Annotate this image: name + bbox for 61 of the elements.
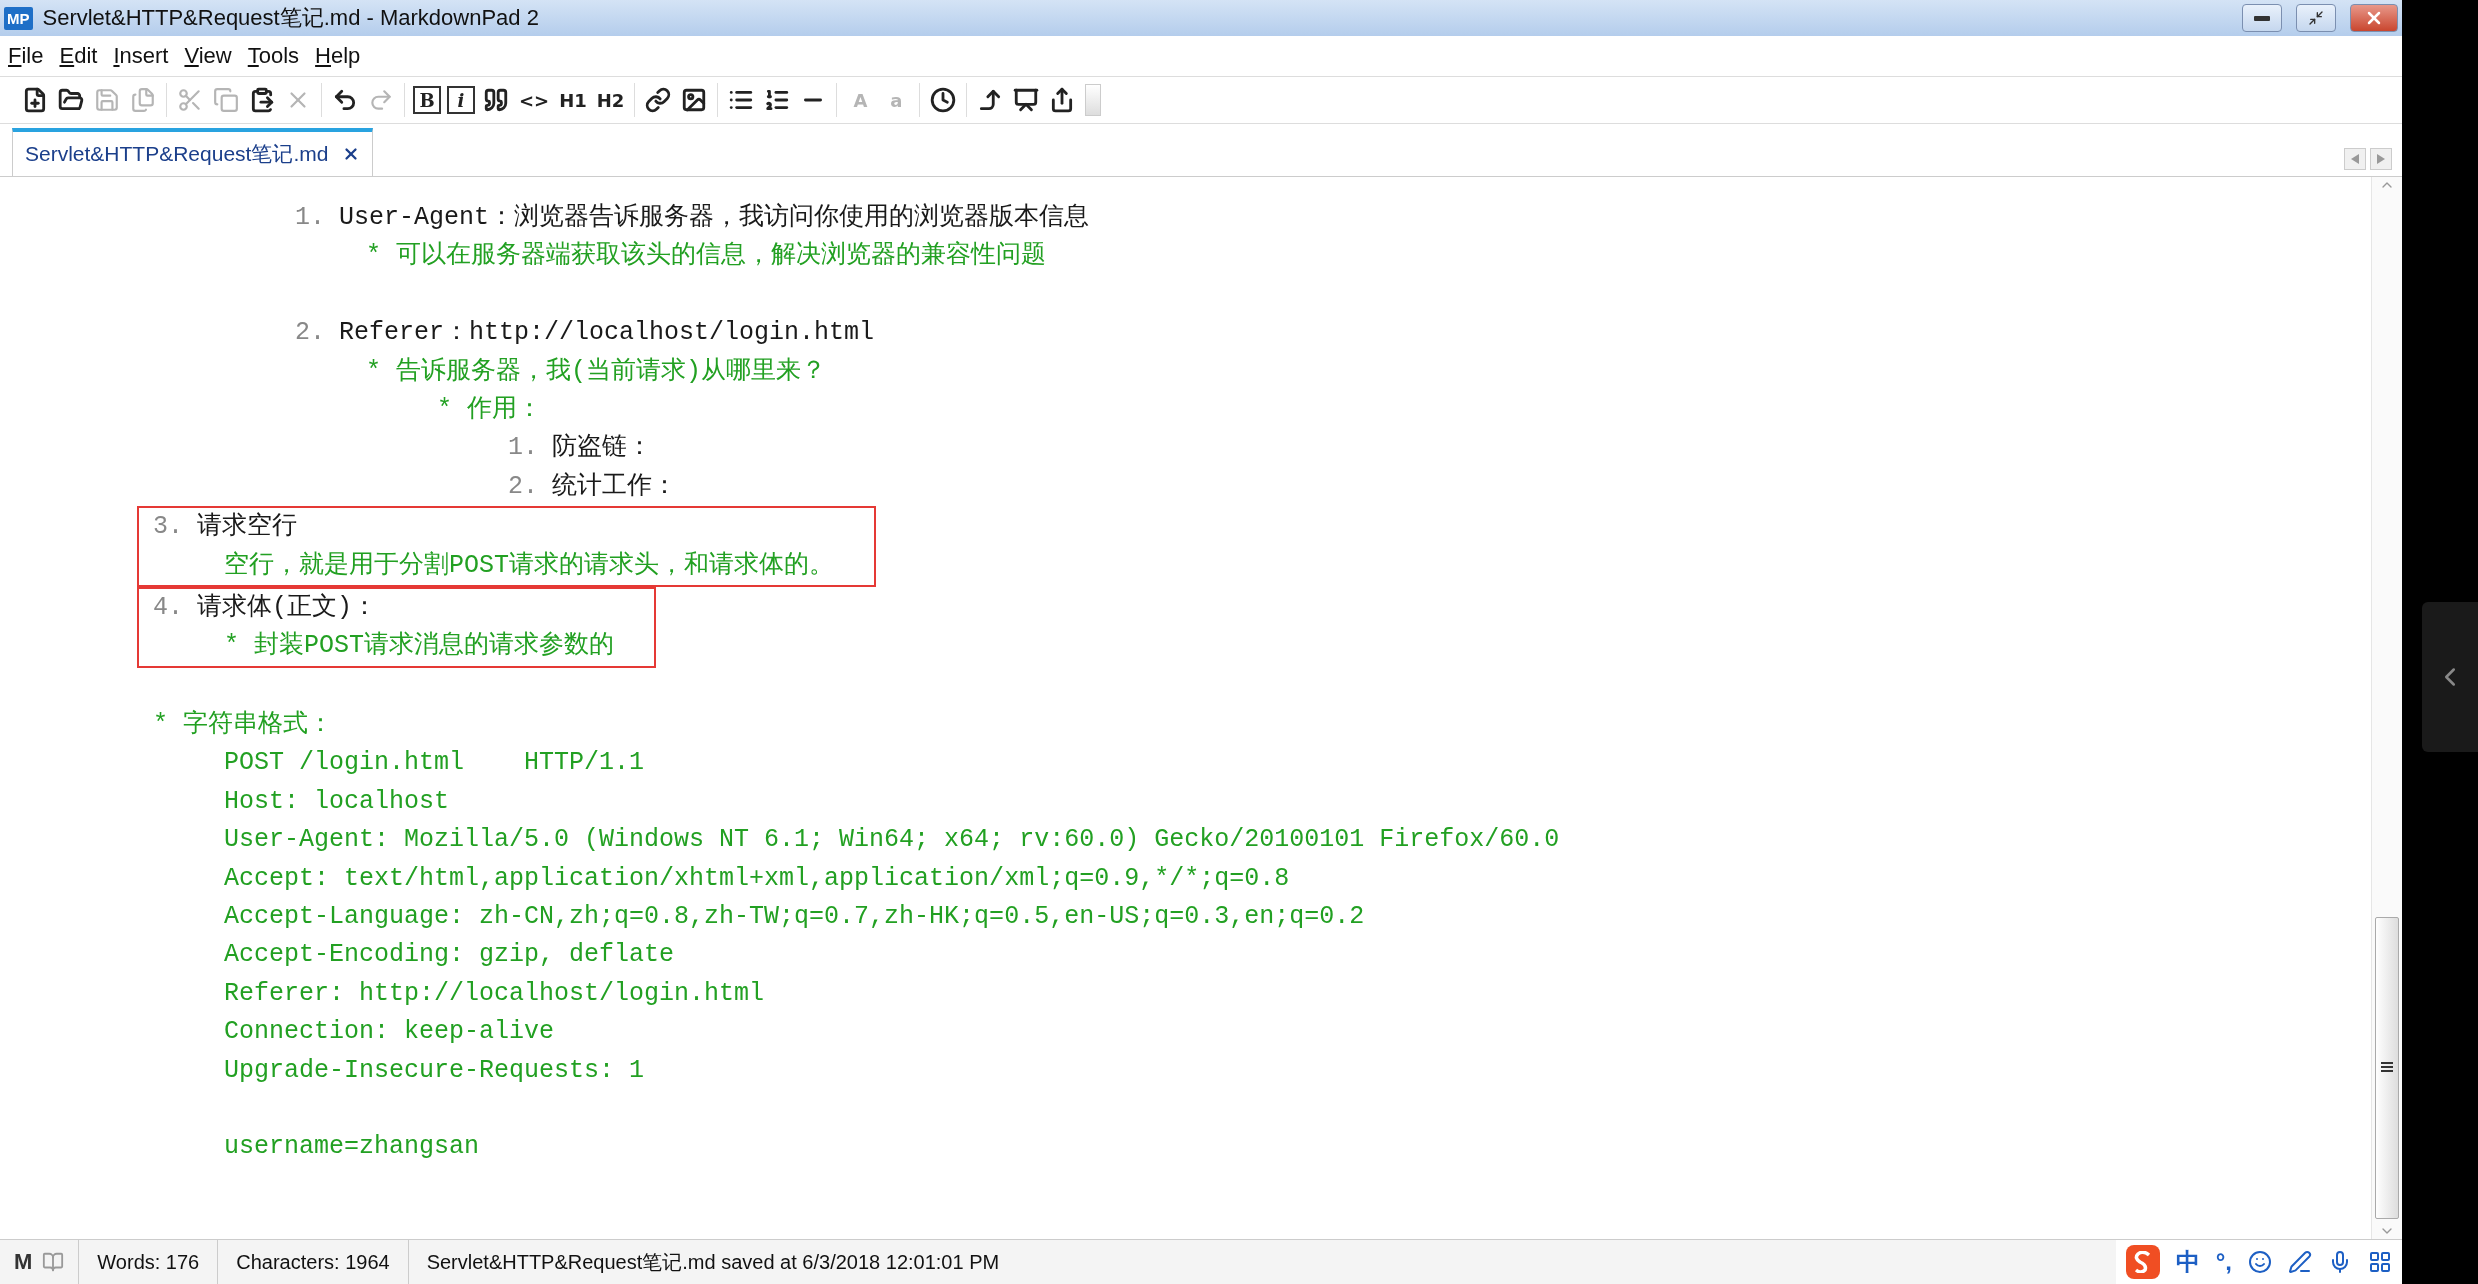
note-text: * 告诉服务器，我(当前请求)从哪里来？ bbox=[366, 355, 826, 388]
note-text: Referer: http://localhost/login.html bbox=[224, 977, 765, 1010]
list-item-text: Referer：http://localhost/login.html bbox=[339, 317, 875, 350]
note-text: Host: localhost bbox=[224, 785, 450, 818]
menu-item[interactable]: View bbox=[180, 43, 244, 69]
menu-item[interactable]: File bbox=[4, 43, 56, 69]
grid-icon[interactable] bbox=[2368, 1250, 2392, 1274]
note-text: Accept-Encoding: gzip, deflate bbox=[224, 939, 675, 972]
list-number: 2. bbox=[508, 470, 538, 503]
character-count: Characters: 1964 bbox=[217, 1240, 408, 1284]
note-text: * 作用： bbox=[437, 393, 542, 426]
emoji-icon[interactable] bbox=[2248, 1250, 2272, 1274]
format-button[interactable]: B bbox=[413, 86, 441, 114]
restore-button[interactable] bbox=[2296, 4, 2336, 32]
note-text: username=zhangsan bbox=[224, 1131, 480, 1164]
note-text: 空行，就是用于分割POST请求的请求头，和请求体的。 bbox=[224, 549, 834, 582]
markdown-logo[interactable]: M bbox=[0, 1249, 43, 1275]
list-number: 3. bbox=[153, 511, 183, 544]
menu-item[interactable]: Tools bbox=[243, 43, 312, 69]
scrollbar[interactable] bbox=[2371, 177, 2402, 1239]
note-text: * 可以在服务器端获取该头的信息，解决浏览器的兼容性问题 bbox=[366, 240, 1046, 273]
list-item-text: 统计工作： bbox=[552, 470, 677, 503]
list-item-text: User-Agent：浏览器告诉服务器，我访问你使用的浏览器版本信息 bbox=[339, 202, 1090, 234]
word-count: Words: 176 bbox=[78, 1240, 218, 1284]
document-tab[interactable]: Servlet&HTTP&Request笔记.md bbox=[12, 128, 374, 176]
list-item-text: 请求体(正文)： bbox=[197, 591, 378, 624]
sogou-logo-icon[interactable] bbox=[2125, 1245, 2160, 1279]
list-number: 1. bbox=[508, 432, 538, 465]
menu-item[interactable]: Insert bbox=[109, 43, 181, 69]
minimize-button[interactable] bbox=[2242, 4, 2282, 32]
list-number: 4. bbox=[153, 591, 183, 624]
list-number: 2. bbox=[295, 317, 325, 350]
note-text: Accept: text/html,application/xhtml+xml,application/xml;q=0.9,*/*;q=0.8 bbox=[224, 862, 1290, 895]
note-text: * 封装POST请求消息的请求参数的 bbox=[224, 630, 614, 663]
toolbar-overflow-grip[interactable] bbox=[1085, 84, 1102, 116]
close-button[interactable] bbox=[2350, 4, 2398, 32]
note-text: Upgrade-Insecure-Requests: 1 bbox=[224, 1054, 645, 1087]
window-title: Servlet&HTTP&Request笔记.md - MarkdownPad 2 bbox=[42, 4, 540, 32]
tab-label: Servlet&HTTP&Request笔记.md bbox=[25, 141, 329, 167]
punctuation-toggle[interactable]: °, bbox=[2215, 1248, 2232, 1276]
pen-icon[interactable] bbox=[2288, 1250, 2312, 1274]
toolbar-button[interactable]: <> bbox=[517, 83, 552, 117]
restore-icon bbox=[2308, 10, 2324, 26]
app-logo: MP bbox=[4, 6, 33, 30]
note-text: * 字符串格式： bbox=[153, 709, 333, 742]
toolbar-button[interactable]: H2 bbox=[594, 83, 627, 117]
scroll-thumb[interactable] bbox=[2375, 917, 2399, 1219]
list-item-text: 防盗链： bbox=[552, 432, 652, 465]
menu-item[interactable]: Edit bbox=[55, 43, 110, 69]
list-item-text: 请求空行 bbox=[197, 511, 297, 544]
format-button[interactable]: i bbox=[447, 86, 475, 114]
input-mode-toggle[interactable]: 中 bbox=[2175, 1246, 2200, 1278]
note-text: Accept-Language: zh-CN,zh;q=0.8,zh-TW;q=0.7,zh-HK;q=0.5,en-US;q=0.3,en;q=0.2 bbox=[224, 901, 1365, 934]
minimize-icon bbox=[2254, 15, 2270, 21]
list-number: 1. bbox=[295, 202, 325, 234]
menu-item[interactable]: Help bbox=[311, 43, 373, 69]
save-status: Servlet&HTTP&Request笔记.md saved at 6/3/2018 12:01:01 PM bbox=[407, 1240, 1018, 1284]
note-text: User-Agent: Mozilla/5.0 (Windows NT 6.1; Win64; x64; rv:60.0) Gecko/20100101 Firefox/60.0 bbox=[224, 824, 1560, 857]
note-text: POST /login.html HTTP/1.1 bbox=[224, 747, 645, 780]
toolbar-button[interactable]: H1 bbox=[557, 83, 589, 117]
note-text: Connection: keep-alive bbox=[224, 1016, 555, 1049]
